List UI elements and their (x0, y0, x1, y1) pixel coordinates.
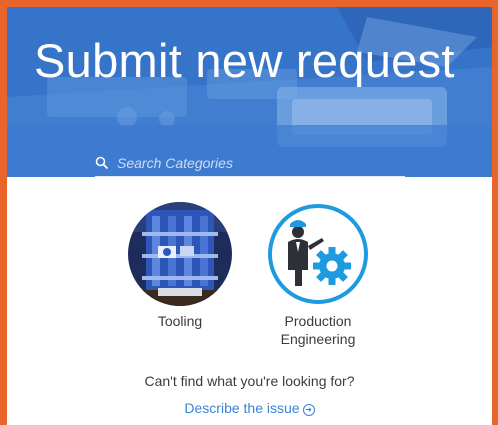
hero-banner: Submit new request (7, 7, 492, 177)
arrow-right-circle-icon: ➜ (302, 404, 315, 416)
help-question: Can't find what you're looking for? (144, 373, 355, 389)
category-label-tooling: Tooling (157, 313, 203, 329)
search-input[interactable] (115, 152, 399, 174)
page-title: Submit new request (34, 34, 455, 87)
search-icon (95, 156, 109, 170)
page-frame: Submit new request Search Categories Too… (7, 7, 492, 425)
tooling-photo (128, 202, 232, 306)
describe-issue-link[interactable]: Describe the issue ➜ (7, 400, 492, 416)
category-tooling[interactable]: Tooling (125, 202, 235, 330)
category-label-production-engineering: Production Engineering (280, 313, 356, 347)
describe-issue-label: Describe the issue (184, 400, 300, 416)
engineer-gear-icon (266, 202, 370, 306)
search-bar[interactable] (95, 150, 405, 177)
category-production-engineering[interactable]: Production Engineering (263, 202, 373, 348)
